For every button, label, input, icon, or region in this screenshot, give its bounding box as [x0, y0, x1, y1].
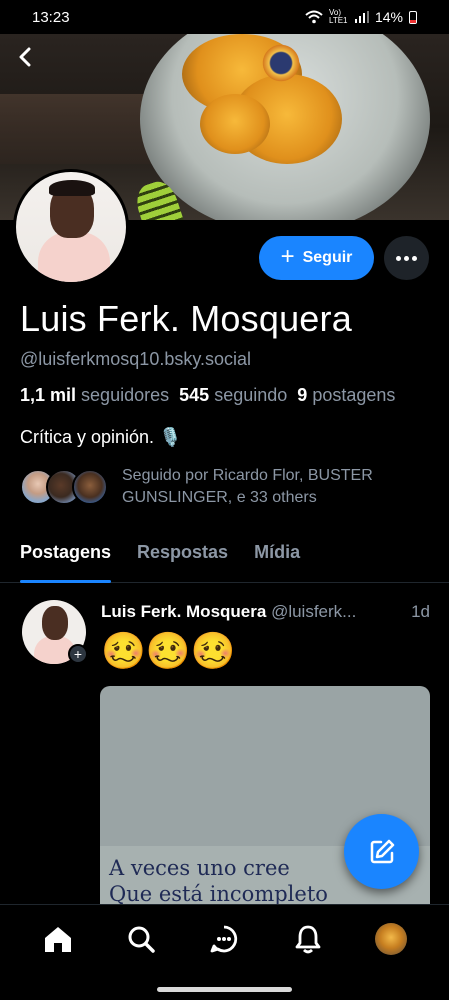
followers-count: 1,1 mil — [20, 385, 77, 405]
profile-avatar-icon — [375, 922, 408, 955]
post-handle: @luisferk... — [271, 602, 357, 621]
status-time: 13:23 — [32, 8, 70, 26]
posts-stat: 9 postagens — [297, 385, 395, 405]
follow-plus-badge[interactable]: + — [68, 644, 88, 664]
posts-label: postagens — [312, 385, 396, 405]
chevron-left-icon — [19, 47, 31, 67]
following-count: 545 — [179, 385, 210, 405]
more-options-button[interactable] — [384, 236, 429, 280]
tab-midia[interactable]: Mídia — [254, 532, 300, 583]
battery-percent: 14% — [374, 9, 403, 25]
home-indicator[interactable] — [157, 987, 292, 992]
chat-icon — [211, 925, 238, 952]
post-header: Luis Ferk. Mosquera @luisferk... — [101, 602, 431, 622]
profile-avatar[interactable] — [13, 169, 129, 285]
search-icon — [128, 926, 155, 953]
compose-icon — [370, 839, 394, 863]
followed-by-text: Seguido por Ricardo Flor, BUSTER GUNSLIN… — [122, 467, 373, 506]
profile-stats: 1,1 mil seguidores 545 seguindo 9 postag… — [20, 385, 395, 406]
wifi-icon — [305, 10, 323, 24]
profile-bio: Crítica y opinión. 🎙️ — [20, 427, 182, 447]
home-icon — [44, 926, 71, 952]
back-button[interactable] — [10, 42, 40, 72]
tab-respostas[interactable]: Respostas — [137, 532, 228, 583]
post-time: 1d — [411, 602, 430, 621]
follow-label: Seguir — [302, 249, 353, 266]
battery-icon — [409, 10, 417, 24]
nav-chat[interactable] — [202, 917, 246, 961]
plus-icon: + — [280, 243, 295, 270]
dot-icon — [412, 255, 417, 261]
status-icons: Vo) LTE1 14% — [305, 9, 417, 25]
posts-count: 9 — [297, 385, 308, 405]
dot-icon — [404, 255, 409, 261]
nav-home[interactable] — [36, 917, 80, 961]
bell-icon — [295, 925, 321, 953]
image-text-line: Que está incompleto — [109, 882, 328, 904]
bottom-nav — [0, 904, 449, 972]
followed-by[interactable]: Seguido por Ricardo Flor, BUSTER GUNSLIN… — [20, 465, 422, 509]
nav-profile[interactable] — [369, 917, 413, 961]
nav-search[interactable] — [119, 917, 163, 961]
status-bar: 13:23 Vo) LTE1 14% — [0, 0, 449, 34]
nav-notifications[interactable] — [286, 917, 330, 961]
followers-stat[interactable]: 1,1 mil seguidores — [20, 385, 169, 405]
following-stat[interactable]: 545 seguindo — [179, 385, 287, 405]
signal-icon — [354, 11, 369, 23]
tab-postagens[interactable]: Postagens — [20, 532, 112, 583]
followers-label: seguidores — [81, 385, 170, 405]
network-label: Vo) LTE1 — [328, 8, 348, 25]
compose-button[interactable] — [344, 814, 419, 889]
follower-avatar — [72, 469, 108, 505]
post-text: 🥴🥴🥴 — [101, 631, 236, 672]
display-name: Luis Ferk. Mosquera — [20, 298, 352, 339]
post-author[interactable]: Luis Ferk. Mosquera — [101, 602, 266, 621]
following-label: seguindo — [214, 385, 288, 405]
image-text-line: A veces uno cree — [109, 856, 290, 880]
profile-handle: @luisferkmosq10.bsky.social — [20, 349, 252, 369]
profile-tabs: Postagens Respostas Mídia — [0, 532, 449, 583]
follow-button[interactable]: + Seguir — [259, 236, 374, 280]
dot-icon — [396, 255, 401, 261]
